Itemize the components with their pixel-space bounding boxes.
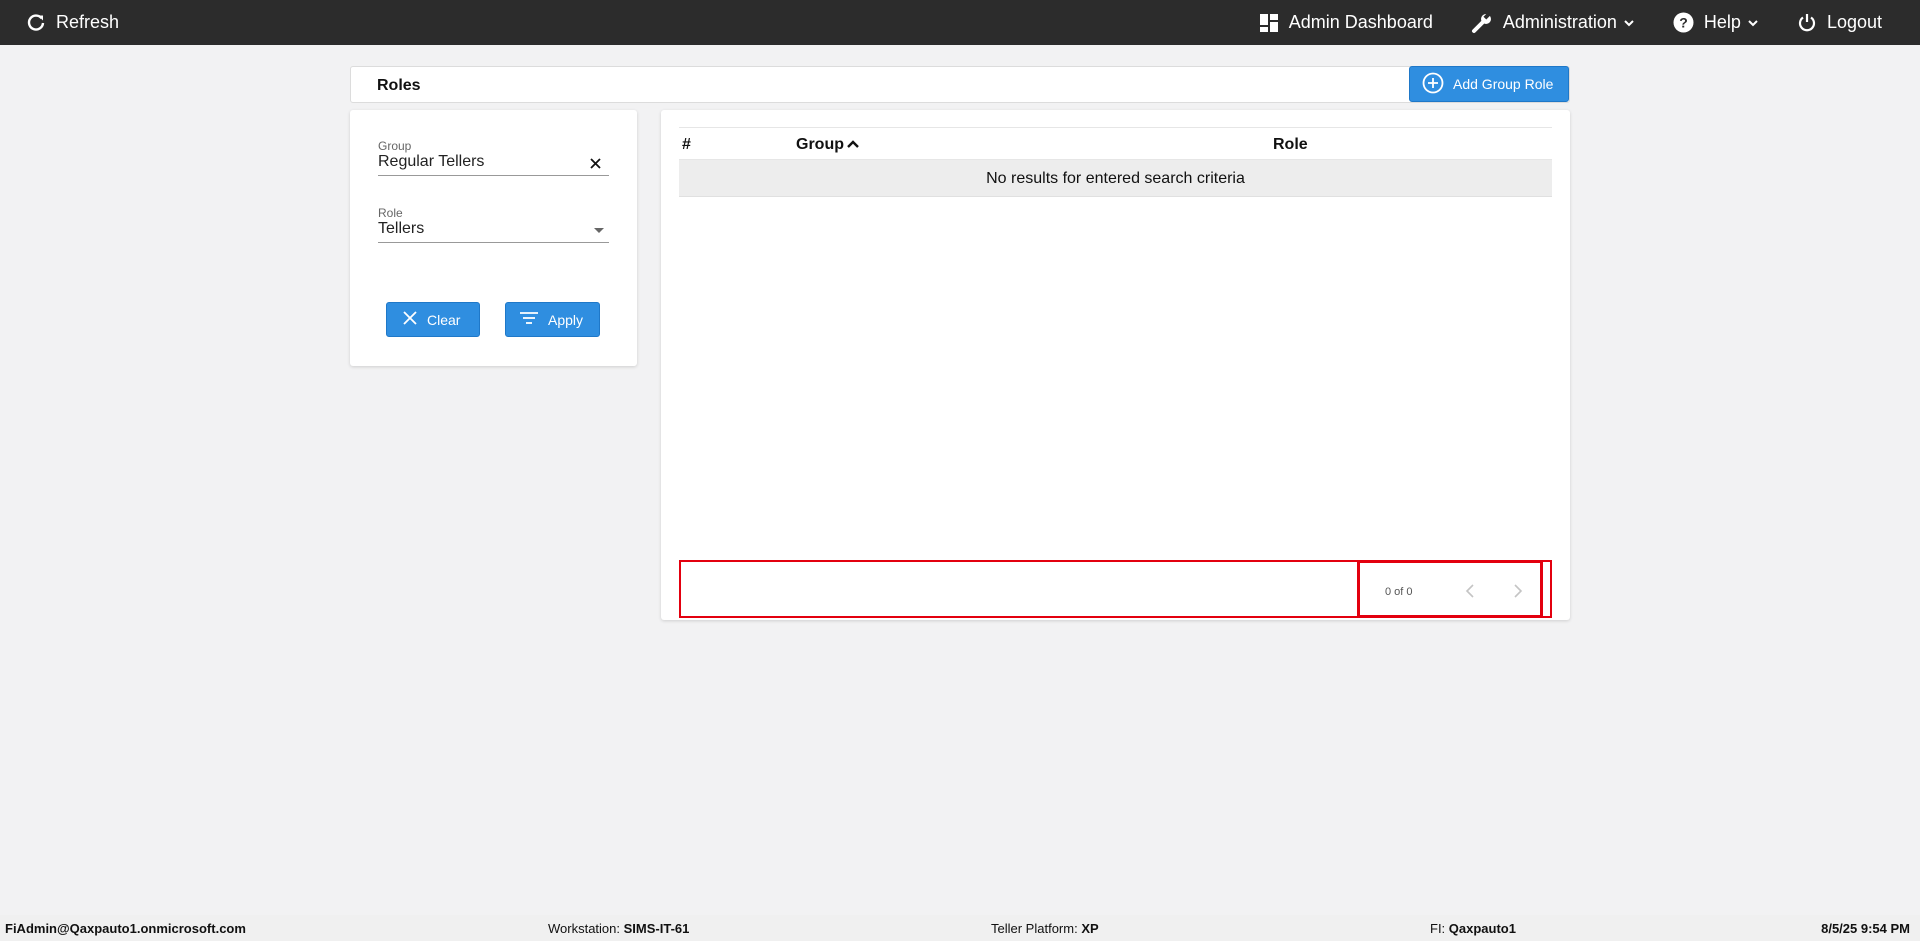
top-navigation-bar: Refresh Admin Dashboard Administration ?… [0,0,1920,45]
logout-label: Logout [1826,12,1882,32]
logout-button[interactable]: Logout [1797,12,1882,33]
column-header-number: # [682,136,691,153]
wrench-icon [1471,11,1493,34]
next-page-button[interactable] [1512,583,1524,604]
status-fi: FI: Qaxpauto1 [1430,921,1516,936]
page-title: Roles [377,77,421,94]
results-panel: # Group Role No results for entered sear… [661,110,1570,620]
workstation-value: SIMS-IT-61 [623,921,690,936]
refresh-button[interactable]: Refresh [26,12,119,33]
status-datetime: 8/5/25 9:54 PM [1821,921,1910,936]
workstation-label: Workstation: [548,921,621,936]
administration-label: Administration [1502,12,1617,32]
page-header: Roles [350,66,1570,103]
roles-table: # Group Role No results for entered sear… [679,127,1552,197]
status-user: FiAdmin@Qaxpauto1.onmicrosoft.com [5,921,246,936]
group-field-label: Group [378,139,412,153]
help-label: Help [1703,12,1741,32]
dashboard-icon [1259,13,1279,33]
group-field-value: Regular Tellers [378,153,485,170]
add-group-role-label: Add Group Role [1453,76,1554,92]
refresh-label: Refresh [56,12,120,32]
admin-dashboard-label: Admin Dashboard [1288,12,1433,32]
admin-dashboard-link[interactable]: Admin Dashboard [1259,12,1433,33]
empty-results-message: No results for entered search criteria [679,160,1552,197]
table-header: # Group Role [679,127,1552,160]
clear-group-icon[interactable] [590,156,601,174]
group-field[interactable]: Group Regular Tellers [378,139,609,176]
column-header-group-label: Group [796,136,844,153]
filter-icon [520,311,538,328]
help-menu[interactable]: ? Help [1673,12,1759,33]
dropdown-arrow-icon[interactable] [594,228,604,233]
top-right-menu: Admin Dashboard Administration ? Help Lo… [1259,0,1882,45]
sort-ascending-icon [846,136,860,154]
apply-button[interactable]: Apply [505,302,600,337]
teller-platform-label: Teller Platform: [991,921,1078,936]
column-header-role[interactable]: Role [1273,136,1308,154]
power-icon [1797,13,1817,33]
previous-page-button[interactable] [1464,583,1476,604]
svg-text:?: ? [1679,15,1688,31]
apply-label: Apply [548,311,584,328]
filter-panel: Group Regular Tellers Role Tellers Clear… [350,110,637,366]
help-icon: ? [1673,12,1694,33]
teller-platform-value: XP [1081,921,1099,936]
fi-value: Qaxpauto1 [1448,921,1516,936]
plus-circle-icon [1422,72,1444,97]
chevron-down-icon [1747,17,1759,29]
close-icon [403,311,417,328]
status-bar: FiAdmin@Qaxpauto1.onmicrosoft.com Workst… [0,915,1920,941]
administration-menu[interactable]: Administration [1471,11,1635,34]
role-field-label: Role [378,206,403,220]
clear-label: Clear [427,311,461,328]
role-select[interactable]: Role Tellers [378,206,609,243]
add-group-role-button[interactable]: Add Group Role [1409,66,1569,102]
pagination-highlight: 0 of 0 [1357,560,1543,618]
fi-label: FI: [1430,921,1446,936]
chevron-down-icon [1623,17,1635,29]
column-header-group[interactable]: Group [796,136,860,154]
status-teller-platform: Teller Platform: XP [991,921,1099,936]
table-footer-highlight: 0 of 0 [679,560,1552,618]
role-field-value: Tellers [378,220,425,237]
pagination-count: 0 of 0 [1385,586,1413,598]
clear-button[interactable]: Clear [386,302,480,337]
refresh-icon [26,13,46,33]
status-workstation: Workstation: SIMS-IT-61 [548,921,689,936]
